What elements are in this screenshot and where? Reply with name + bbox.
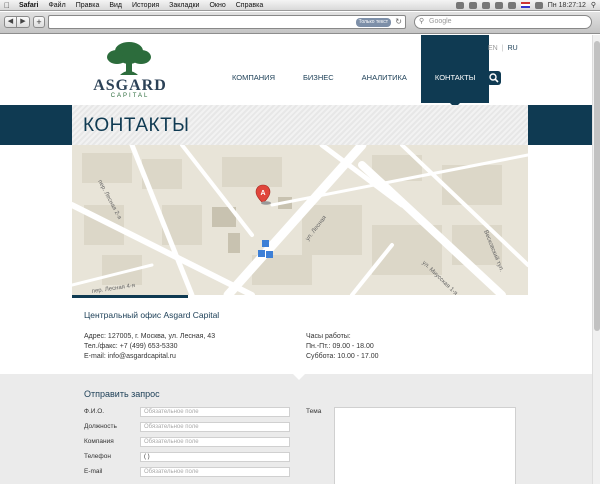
tray-icon[interactable] — [455, 1, 464, 9]
timemachine-icon[interactable] — [468, 1, 477, 9]
form-title: Отправить запрос — [84, 389, 160, 399]
clock[interactable]: Пн 18:27:12 — [548, 0, 586, 11]
search-icon — [489, 73, 499, 83]
office-details: Адрес: 127005, г. Москва, ул. Лесная, 43… — [84, 332, 215, 362]
spotlight-icon[interactable]: ⚲ — [591, 0, 596, 11]
address-line: Адрес: 127005, г. Москва, ул. Лесная, 43 — [84, 333, 216, 340]
os-menubar:  Safari Файл Правка Вид История Закладк… — [0, 0, 600, 11]
marker-label: A — [261, 190, 266, 197]
search-field[interactable]: ⚲ Google — [414, 15, 592, 29]
site-search-button[interactable] — [487, 71, 501, 85]
topic-label: Тема — [306, 408, 322, 415]
topic-textarea[interactable] — [334, 407, 516, 484]
bluetooth-icon[interactable] — [481, 1, 490, 9]
google-map[interactable]: ул. Лесная ул. Миусская 1-я пер. Лесная … — [72, 145, 528, 295]
position-label: Должность — [84, 423, 117, 430]
menu-bookmarks[interactable]: Закладки — [164, 0, 204, 11]
request-form: Отправить запрос Ф.И.О. Обязательное пол… — [0, 374, 592, 484]
web-page: ASGARD CAPITAL КОМПАНИЯ БИЗНЕС АНАЛИТИКА… — [0, 35, 592, 484]
menu-help[interactable]: Справка — [231, 0, 268, 11]
phone-label: Телефон — [84, 453, 111, 460]
nav-analytics[interactable]: АНАЛИТИКА — [348, 35, 421, 103]
tree-icon — [107, 42, 151, 75]
search-placeholder: Google — [429, 18, 452, 25]
reload-icon[interactable]: ↻ — [395, 17, 402, 26]
wifi-icon[interactable] — [494, 1, 503, 9]
name-label: Ф.И.О. — [84, 408, 105, 415]
page-title: КОНТАКТЫ — [83, 115, 190, 136]
main-nav: КОМПАНИЯ БИЗНЕС АНАЛИТИКА КОНТАКТЫ — [218, 35, 490, 108]
menu-file[interactable]: Файл — [43, 0, 70, 11]
search-icon: ⚲ — [419, 18, 425, 25]
language-switcher: EN | RU — [488, 45, 518, 52]
flag-icon[interactable] — [520, 2, 530, 8]
add-bookmark-button[interactable]: + — [33, 16, 45, 28]
menu-edit[interactable]: Правка — [71, 0, 105, 11]
hours-weekdays: Пн.-Пт.: 09.00 - 18.00 — [306, 343, 374, 350]
apple-icon[interactable]:  — [0, 0, 14, 11]
hours-title: Часы работы: — [306, 333, 351, 340]
lang-ru[interactable]: RU — [508, 45, 518, 52]
email-line[interactable]: E-mail: info@asgardcapital.ru — [84, 352, 215, 362]
map-canvas[interactable]: ул. Лесная ул. Миусская 1-я пер. Лесная … — [72, 145, 528, 295]
menu-history[interactable]: История — [127, 0, 164, 11]
page-scrollbar[interactable] — [592, 35, 600, 484]
forward-button[interactable]: ▶ — [17, 16, 30, 28]
site-header: ASGARD CAPITAL КОМПАНИЯ БИЗНЕС АНАЛИТИКА… — [0, 35, 592, 108]
menu-view[interactable]: Вид — [104, 0, 127, 11]
form-row-company: Компания Обязательное поле — [84, 437, 294, 447]
company-field[interactable]: Обязательное поле — [140, 437, 290, 447]
menu-app[interactable]: Safari — [14, 0, 43, 11]
reader-badge[interactable]: Только текст — [355, 18, 391, 27]
back-button[interactable]: ◀ — [4, 16, 17, 28]
form-row-name: Ф.И.О. Обязательное поле — [84, 407, 294, 417]
form-row-phone: Телефон ( ) — [84, 452, 294, 462]
battery-icon[interactable] — [534, 1, 543, 9]
email-field[interactable]: Обязательное поле — [140, 467, 290, 477]
phone-line: Тел./факс: +7 (499) 653-5330 — [84, 343, 178, 350]
address-bar[interactable]: Только текст ↻ — [48, 15, 406, 29]
nav-business[interactable]: БИЗНЕС — [289, 35, 348, 103]
email-label: E-mail — [84, 468, 103, 475]
map-accent-bar — [72, 295, 188, 298]
menu-window[interactable]: Окно — [204, 0, 230, 11]
browser-toolbar: ◀ ▶ + Только текст ↻ ⚲ Google — [0, 12, 600, 34]
nav-company[interactable]: КОМПАНИЯ — [218, 35, 289, 103]
logo[interactable]: ASGARD CAPITAL — [88, 41, 172, 103]
scrollbar-thumb[interactable] — [594, 41, 600, 331]
company-label: Компания — [84, 438, 114, 445]
position-field[interactable]: Обязательное поле — [140, 422, 290, 432]
name-field[interactable]: Обязательное поле — [140, 407, 290, 417]
lang-separator: | — [501, 45, 504, 52]
contacts-section: Центральный офис Asgard Capital Адрес: 1… — [84, 310, 554, 360]
volume-icon[interactable] — [507, 1, 516, 9]
logo-subtitle: CAPITAL — [110, 93, 150, 99]
working-hours: Часы работы: Пн.-Пт.: 09.00 - 18.00 Субб… — [306, 332, 379, 362]
hours-saturday: Суббота: 10.00 - 17.00 — [306, 353, 379, 360]
form-row-email: E-mail Обязательное поле — [84, 467, 294, 477]
office-title: Центральный офис Asgard Capital — [84, 310, 220, 320]
form-row-position: Должность Обязательное поле — [84, 422, 294, 432]
phone-field[interactable]: ( ) — [140, 452, 290, 462]
nav-contacts[interactable]: КОНТАКТЫ — [420, 35, 490, 108]
lang-en[interactable]: EN — [488, 45, 498, 52]
